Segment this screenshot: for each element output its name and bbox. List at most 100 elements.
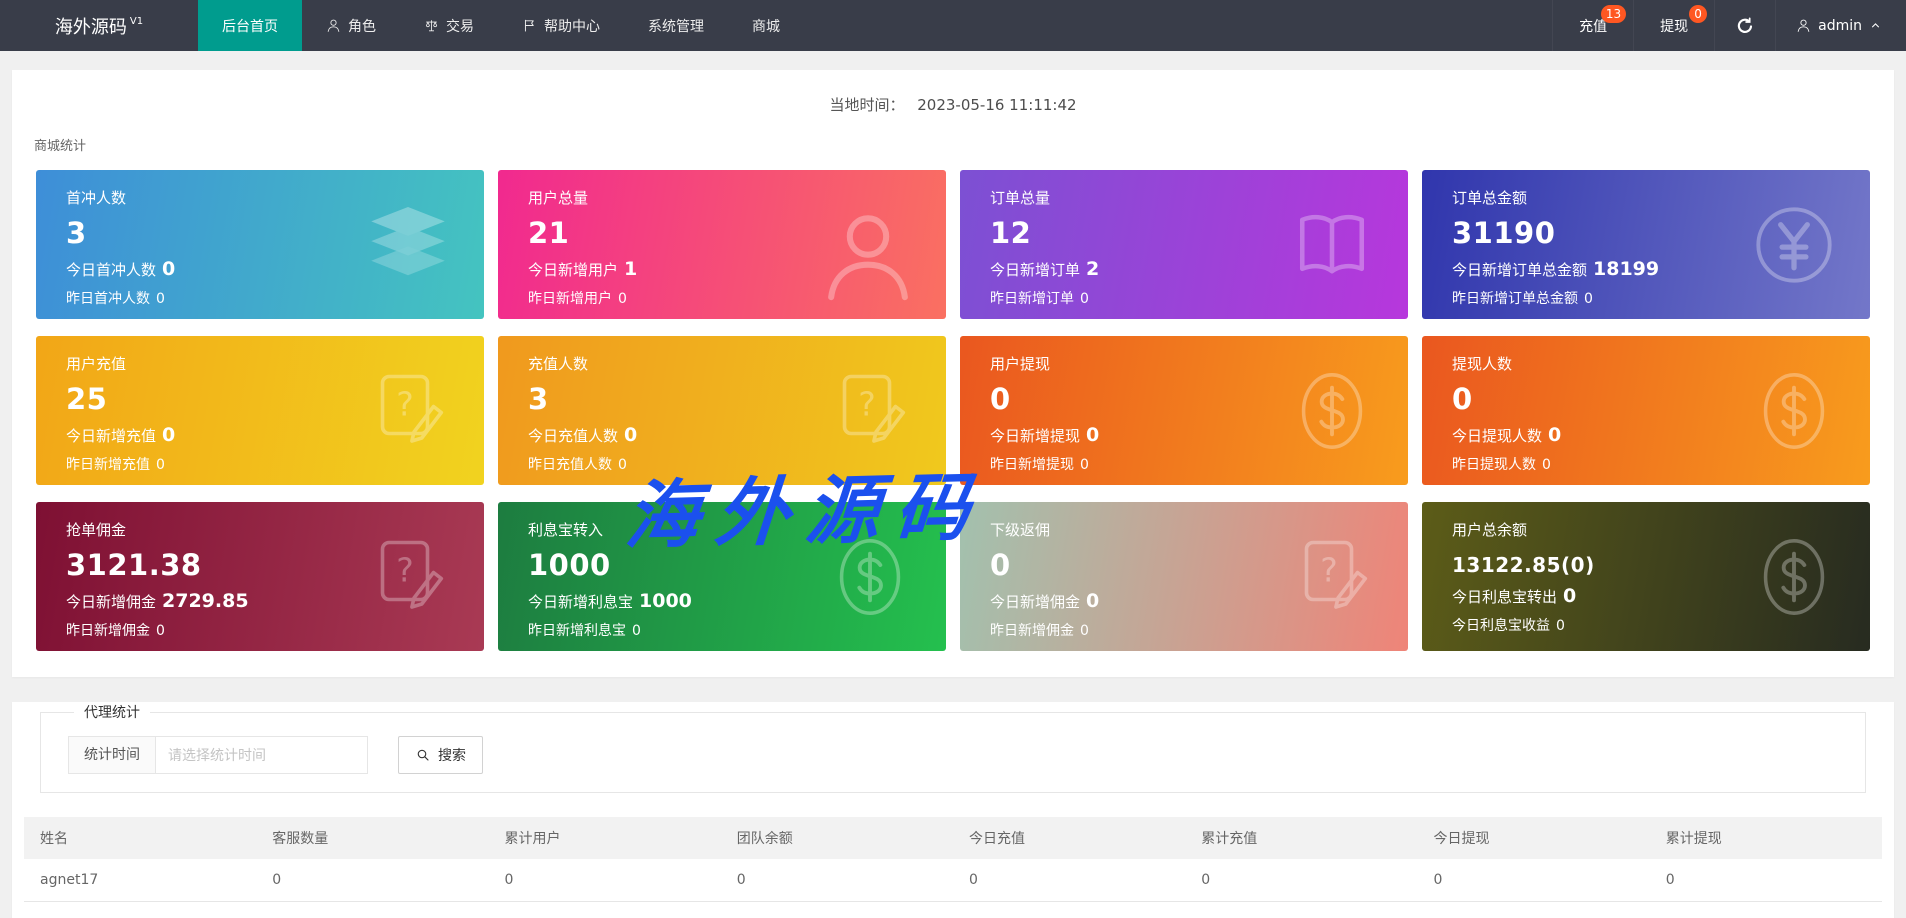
stat-card-today-label: 今日首冲人数 (66, 261, 157, 279)
stat-card-today-value: 0 (624, 424, 638, 446)
search-icon (415, 747, 431, 763)
stat-card-yesterday-label: 昨日充值人数 (528, 457, 612, 473)
table-cell: 0 (1185, 859, 1418, 902)
stat-card-today-value: 0 (1086, 590, 1100, 612)
stat-card-yesterday-label: 昨日新增提现 (990, 457, 1074, 473)
layers-icon (366, 203, 450, 287)
table-header-row: 姓名 客服数量 累计用户 团队余额 今日充值 累计充值 今日提现 累计提现 (24, 817, 1882, 859)
recharge-button[interactable]: 充值 13 (1552, 0, 1633, 51)
stat-card-user-recharge: 用户充值 25 今日新增充值 0 昨日新增充值 0? (36, 336, 484, 485)
file-edit-icon: ? (366, 369, 450, 453)
column-header: 今日提现 (1417, 817, 1650, 859)
fieldset-legend: 代理统计 (84, 705, 140, 721)
stat-card-interest-transfer-in: 利息宝转入 1000 今日新增利息宝 1000 昨日新增利息宝 0 (498, 502, 946, 651)
stat-card-yesterday: 昨日新增充值 0 (66, 454, 484, 474)
stat-card-yesterday-value: 0 (1080, 291, 1089, 307)
column-header: 累计充值 (1185, 817, 1418, 859)
stat-card-yesterday-label: 昨日新增佣金 (66, 623, 150, 639)
stat-card-yesterday-value: 0 (156, 457, 165, 473)
stat-card-today-label: 今日新增提现 (990, 427, 1081, 445)
stat-card-today-label: 今日新增佣金 (66, 593, 157, 611)
nav-item-label: 商城 (752, 18, 780, 35)
withdraw-badge: 0 (1689, 5, 1708, 23)
main-menu: 后台首页 角色 交易 帮助中心 系统管理 商城 (198, 0, 804, 51)
local-time: 当地时间： 2023-05-16 11:11:42 (12, 70, 1894, 115)
nav-item-system-management[interactable]: 系统管理 (624, 0, 728, 51)
file-edit-icon: ? (1290, 535, 1374, 619)
table-cell: agnet17 (24, 859, 257, 902)
stat-card-withdraw-users: 提现人数 0 今日提现人数 0 昨日提现人数 0 (1422, 336, 1870, 485)
stat-card-yesterday: 昨日新增订单总金额 0 (1452, 288, 1870, 308)
nav-item-home[interactable]: 后台首页 (198, 0, 302, 51)
stat-card-today-label: 今日充值人数 (528, 427, 619, 445)
file-edit-icon: ? (828, 369, 912, 453)
column-header: 累计提现 (1649, 817, 1882, 859)
table-cell: 0 (953, 859, 1186, 902)
yuan-icon (1752, 203, 1836, 287)
nav-item-help-center[interactable]: 帮助中心 (498, 0, 624, 51)
agent-stats-fieldset: 代理统计 统计时间 搜索 (40, 702, 1866, 793)
stat-card-yesterday-label: 昨日新增订单总金额 (1452, 291, 1578, 307)
stat-card-yesterday: 昨日提现人数 0 (1452, 454, 1870, 474)
search-button-label: 搜索 (438, 747, 466, 763)
stat-card-today-value: 0 (1563, 585, 1577, 607)
stat-card-today-value: 18199 (1593, 258, 1660, 280)
stat-card-yesterday-label: 昨日新增利息宝 (528, 623, 626, 639)
stat-card-recharge-users: 充值人数 3 今日充值人数 0 昨日充值人数 0? (498, 336, 946, 485)
svg-text:?: ? (1320, 550, 1338, 589)
stat-card-sub-rebate: 下级返佣 0 今日新增佣金 0 昨日新增佣金 0? (960, 502, 1408, 651)
nav-item-mall[interactable]: 商城 (728, 0, 804, 51)
stat-card-today-value: 0 (1548, 424, 1562, 446)
table-cell: 0 (1417, 859, 1650, 902)
stat-card-yesterday-label: 昨日新增充值 (66, 457, 150, 473)
stat-card-today-label: 今日提现人数 (1452, 427, 1543, 445)
search-row: 统计时间 搜索 (68, 736, 1850, 774)
refresh-button[interactable] (1714, 0, 1775, 51)
agent-stats-panel: 代理统计 统计时间 搜索 姓名客服数量累计用户团队余额今日充值累计充值今日提现累… (12, 702, 1894, 918)
mall-stats-panel: 当地时间： 2023-05-16 11:11:42 商城统计 首冲人数 3 今日首冲… (12, 70, 1894, 677)
user-icon (816, 204, 920, 308)
nav-item-trade[interactable]: 交易 (400, 0, 498, 51)
stat-card-yesterday-value: 0 (618, 457, 627, 473)
local-time-value: 2023-05-16 11:11:42 (917, 96, 1077, 114)
user-menu[interactable]: admin (1775, 0, 1906, 51)
stat-card-today-label: 今日利息宝转出 (1452, 588, 1558, 606)
stat-card-today-value: 1 (624, 258, 638, 280)
stat-card-yesterday: 昨日新增订单 0 (990, 288, 1408, 308)
chevron-up-icon (1869, 19, 1882, 32)
book-icon (1290, 203, 1374, 287)
table-cell: 0 (256, 859, 489, 902)
stat-card-yesterday-label: 昨日首冲人数 (66, 291, 150, 307)
nav-item-roles[interactable]: 角色 (302, 0, 400, 51)
stat-card-today-label: 今日新增充值 (66, 427, 157, 445)
time-filter-label: 统计时间 (68, 736, 156, 774)
stat-card-total-orders: 订单总量 12 今日新增订单 2 昨日新增订单 0 (960, 170, 1408, 319)
column-header: 累计用户 (488, 817, 721, 859)
stat-card-yesterday: 昨日新增佣金 0 (66, 620, 484, 640)
column-header: 客服数量 (256, 817, 489, 859)
stat-card-total-users: 用户总量 21 今日新增用户 1 昨日新增用户 0 (498, 170, 946, 319)
agent-table: 姓名 客服数量 累计用户 团队余额 今日充值 累计充值 今日提现 累计提现 agnet17 0 0… (24, 817, 1882, 902)
stat-card-yesterday-label: 昨日新增订单 (990, 291, 1074, 307)
column-header: 今日充值 (953, 817, 1186, 859)
withdraw-button[interactable]: 提现 0 (1633, 0, 1714, 51)
dollar-icon (1752, 369, 1836, 453)
time-filter-input[interactable] (156, 736, 368, 774)
file-edit-icon: ? (366, 535, 450, 619)
nav-item-label: 角色 (348, 18, 376, 35)
refresh-icon (1735, 16, 1755, 36)
stat-card-user-total-balance: 用户总余额 13122.85(0) 今日利息宝转出 0 今日利息宝收益 0 (1422, 502, 1870, 651)
stat-card-today-value: 1000 (639, 590, 692, 612)
brand-logo[interactable]: 海外源码 V1 (0, 0, 198, 51)
column-header: 团队余额 (720, 817, 953, 859)
scales-icon (424, 18, 439, 33)
stat-card-order-commission: 抢单佣金 3121.38 今日新增佣金 2729.85 昨日新增佣金 0? (36, 502, 484, 651)
nav-item-label: 系统管理 (648, 18, 704, 35)
stat-card-order-total-amount: 订单总金额 31190 今日新增订单总金额 18199 昨日新增订单总金额 0 (1422, 170, 1870, 319)
nav-item-label: 交易 (446, 18, 474, 35)
stat-card-yesterday-label: 昨日新增用户 (528, 291, 612, 307)
local-time-label: 当地时间： (829, 96, 905, 114)
column-header: 姓名 (24, 817, 257, 859)
search-button[interactable]: 搜索 (398, 736, 483, 774)
stat-card-yesterday-label: 昨日提现人数 (1452, 457, 1536, 473)
